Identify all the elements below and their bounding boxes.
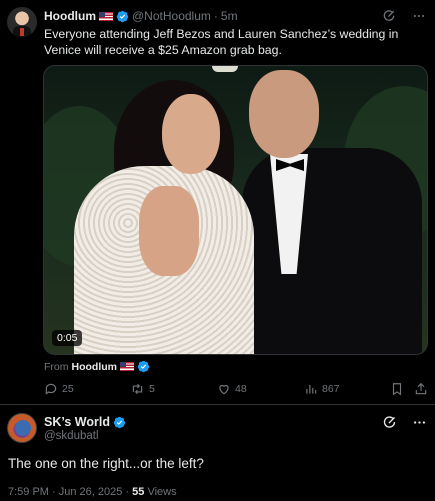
divider xyxy=(0,404,435,405)
views-count: 867 xyxy=(322,383,340,395)
separator-dot: · xyxy=(213,9,218,23)
tweet-header-actions xyxy=(381,8,427,24)
verified-badge-icon xyxy=(113,416,126,428)
views-button[interactable]: 867 xyxy=(304,382,340,396)
man-head xyxy=(249,70,319,158)
reply-author-name[interactable]: SK’s World xyxy=(44,415,110,429)
grok-icon[interactable] xyxy=(381,8,397,24)
source-name[interactable]: Hoodlum xyxy=(72,361,118,373)
repost-count: 5 xyxy=(149,383,155,395)
reply-meta: 7:59 PM · Jun 26, 2025 · 55 Views xyxy=(8,486,177,498)
reply-count: 25 xyxy=(62,383,74,395)
more-icon[interactable] xyxy=(411,8,427,24)
source-prefix: From xyxy=(44,360,69,373)
tweet-actions: 25 5 48 867 xyxy=(44,382,430,398)
like-button[interactable]: 48 xyxy=(217,382,247,396)
quoted-tweet[interactable]: Hoodlum @NotHoodlum · 5m Everyone attend… xyxy=(0,0,435,405)
author-avatar[interactable] xyxy=(7,7,37,37)
tweet-text: Everyone attending Jeff Bezos and Lauren… xyxy=(44,27,399,57)
tweet-header: Hoodlum @NotHoodlum · 5m xyxy=(44,9,238,23)
reply-author-handle[interactable]: @skdubatl xyxy=(44,430,99,442)
reply-timestamp[interactable]: 7:59 PM · Jun 26, 2025 · xyxy=(8,486,132,498)
reply-button[interactable]: 25 xyxy=(44,382,74,396)
reply-author-avatar[interactable] xyxy=(7,413,37,443)
video-player[interactable]: 0:05 xyxy=(43,65,428,355)
reply-icon xyxy=(45,383,57,395)
verified-badge-icon xyxy=(137,360,150,373)
reply-views-count: 55 xyxy=(132,486,145,498)
author-name[interactable]: Hoodlum xyxy=(44,9,96,23)
reply-text: The one on the right...or the left? xyxy=(8,456,204,471)
like-icon xyxy=(219,384,229,395)
us-flag-icon xyxy=(99,11,113,21)
tweet-age[interactable]: 5m xyxy=(221,9,238,23)
views-icon xyxy=(306,384,317,394)
woman-face xyxy=(162,94,220,174)
moon-light xyxy=(212,66,238,72)
repost-icon xyxy=(132,383,143,395)
reply-views-label: Views xyxy=(144,486,177,498)
us-flag-icon xyxy=(120,362,134,371)
like-count: 48 xyxy=(235,383,247,395)
woman-neckline xyxy=(139,186,199,276)
video-duration: 0:05 xyxy=(52,330,83,346)
man-figure xyxy=(242,148,422,354)
verified-badge-icon xyxy=(116,10,129,22)
media-source: From Hoodlum xyxy=(44,360,150,373)
bookmark-button[interactable] xyxy=(390,382,404,396)
share-icon xyxy=(415,382,427,395)
share-button[interactable] xyxy=(414,382,428,396)
grok-icon[interactable] xyxy=(381,414,397,430)
reply-header-actions xyxy=(381,414,427,430)
reply-author-row: SK’s World xyxy=(44,415,126,429)
repost-button[interactable]: 5 xyxy=(130,382,155,396)
author-handle[interactable]: @NotHoodlum xyxy=(132,9,211,23)
bookmark-icon xyxy=(392,383,402,396)
more-icon[interactable] xyxy=(411,414,427,430)
